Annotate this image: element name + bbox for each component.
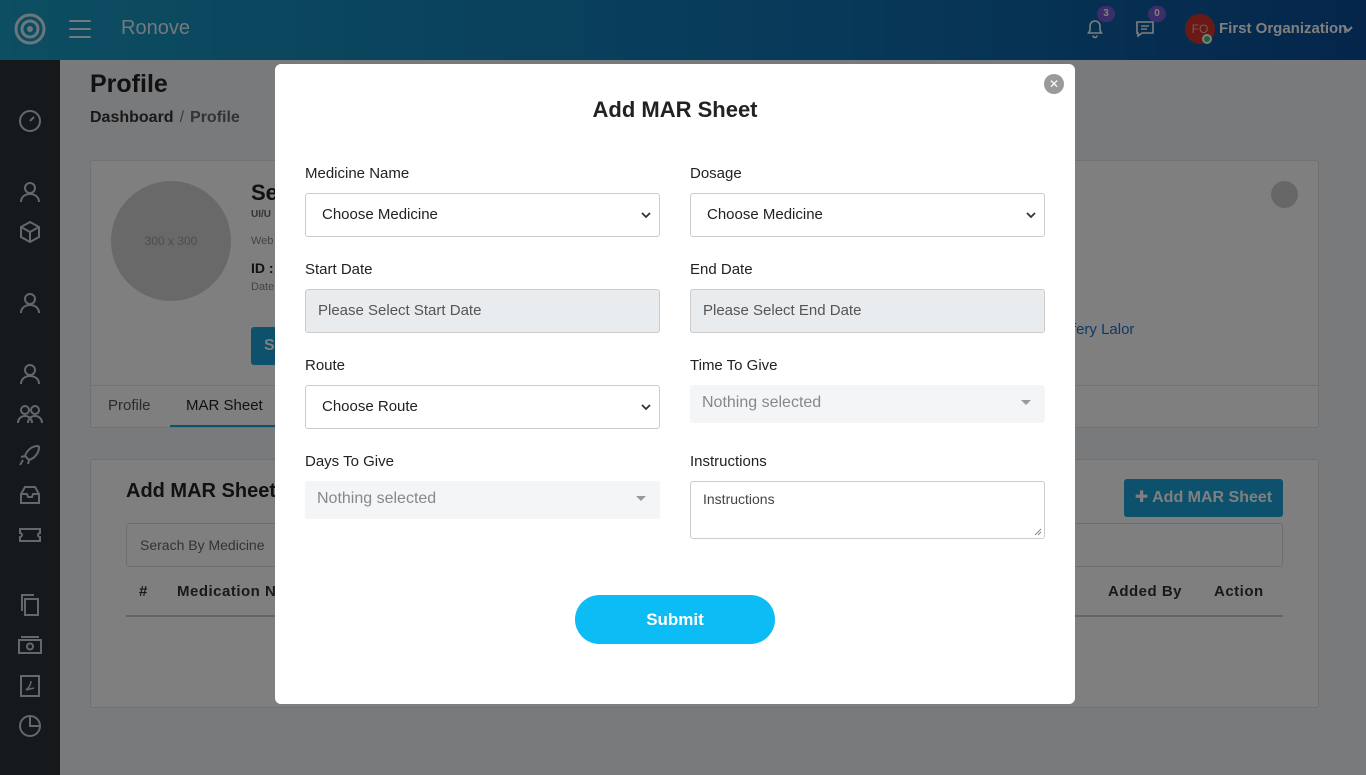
days-to-give-value: Nothing selected	[317, 490, 437, 507]
route-select[interactable]: Choose Route	[305, 385, 660, 429]
chevron-down-icon	[641, 404, 651, 411]
chevron-down-icon	[1026, 212, 1036, 219]
caret-down-icon	[636, 496, 646, 501]
start-date-input[interactable]: Please Select Start Date	[305, 289, 660, 333]
time-to-give-value: Nothing selected	[702, 394, 822, 411]
instructions-label: Instructions	[690, 453, 767, 470]
time-to-give-label: Time To Give	[690, 357, 778, 374]
days-to-give-label: Days To Give	[305, 453, 394, 470]
medicine-name-select[interactable]: Choose Medicine	[305, 193, 660, 237]
submit-button[interactable]: Submit	[575, 595, 775, 644]
add-mar-sheet-modal: ✕ Add MAR Sheet Medicine Name Choose Med…	[275, 64, 1075, 704]
instructions-placeholder: Instructions	[703, 491, 775, 507]
instructions-textarea[interactable]: Instructions	[690, 481, 1045, 539]
caret-down-icon	[1021, 400, 1031, 405]
medicine-name-value: Choose Medicine	[322, 206, 438, 223]
route-value: Choose Route	[322, 398, 418, 415]
start-date-label: Start Date	[305, 261, 373, 278]
modal-title: Add MAR Sheet	[592, 97, 758, 122]
dosage-select[interactable]: Choose Medicine	[690, 193, 1045, 237]
time-to-give-select[interactable]: Nothing selected	[690, 385, 1045, 423]
end-date-label: End Date	[690, 261, 753, 278]
resize-grip-icon[interactable]	[1034, 528, 1042, 536]
close-icon[interactable]: ✕	[1044, 74, 1064, 94]
dosage-value: Choose Medicine	[707, 206, 823, 223]
chevron-down-icon	[641, 212, 651, 219]
route-label: Route	[305, 357, 346, 374]
days-to-give-select[interactable]: Nothing selected	[305, 481, 660, 519]
medicine-name-label: Medicine Name	[305, 165, 410, 182]
dosage-label: Dosage	[690, 165, 742, 182]
end-date-input[interactable]: Please Select End Date	[690, 289, 1045, 333]
